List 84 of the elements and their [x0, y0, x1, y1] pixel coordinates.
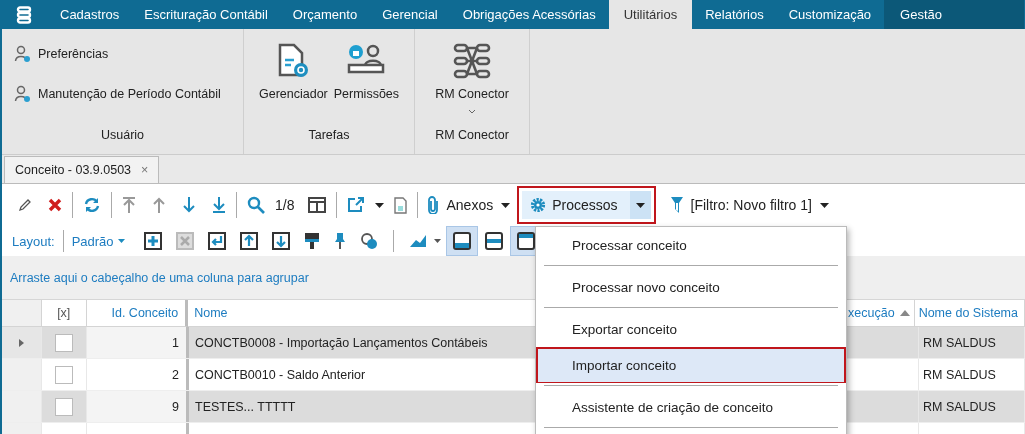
- ribbon-button[interactable]: Manutenção de Período Contábil: [14, 85, 221, 103]
- ribbon-group-label: RM Conector: [435, 128, 509, 144]
- paperclip-icon: [428, 196, 439, 214]
- user-icon: [14, 45, 32, 63]
- pin-icon[interactable]: [333, 232, 346, 250]
- column-header[interactable]: [x]: [57, 306, 71, 320]
- menu-tab[interactable]: Escrituração Contábil: [132, 0, 280, 29]
- gear-icon: [530, 197, 547, 213]
- last-record-icon[interactable]: [212, 196, 226, 214]
- row-checkbox[interactable]: [55, 365, 73, 384]
- menu-tab[interactable]: Obrigações Acessórias: [450, 0, 608, 29]
- caret-icon[interactable]: [819, 202, 829, 208]
- caret-icon[interactable]: [433, 239, 441, 243]
- menu-item[interactable]: Processar conceito: [536, 227, 846, 263]
- column-header[interactable]: Nome do Sistema: [918, 306, 1018, 320]
- ribbon-button[interactable]: Preferências: [14, 45, 109, 63]
- row-checkbox[interactable]: [55, 333, 73, 352]
- ribbon-button[interactable]: RM Conector: [435, 43, 509, 114]
- download-icon[interactable]: [271, 232, 290, 250]
- processes-split-button[interactable]: Processos: [517, 186, 656, 224]
- table-cell: TESTES... TTTTT: [195, 399, 296, 414]
- caret-icon: [635, 202, 645, 208]
- funnel-icon: [670, 196, 683, 214]
- ribbon-group-label: Tarefas: [308, 128, 350, 144]
- connector-network-icon: [453, 43, 491, 79]
- attachments-button[interactable]: Anexos: [420, 196, 500, 214]
- table-cell: 9: [172, 399, 179, 414]
- group-by-hint: Arraste aqui o cabeçalho de uma coluna para agrupar: [10, 270, 309, 285]
- upload-icon[interactable]: [239, 232, 258, 250]
- area-chart-icon[interactable]: [408, 234, 427, 248]
- menu-item[interactable]: Importar conceito: [536, 347, 846, 383]
- delete-icon[interactable]: [48, 198, 62, 212]
- table-cell: 1: [172, 335, 179, 350]
- search-icon[interactable]: [247, 196, 265, 214]
- table-cell: RM SALDUS: [923, 367, 996, 382]
- chevron-down-icon: [468, 109, 476, 114]
- view-toggle-button[interactable]: [446, 227, 477, 255]
- paint-brush-icon[interactable]: [303, 232, 320, 250]
- filter-button[interactable]: [Filtro: Novo filtro 1]: [662, 196, 818, 214]
- menu-tab[interactable]: Gestão: [884, 0, 1024, 29]
- user-icon: [14, 85, 32, 103]
- caret-icon[interactable]: [375, 202, 385, 208]
- document-tab[interactable]: Conceito - 03.9.0503 ×: [4, 156, 160, 183]
- layout-label: Layout:: [12, 233, 55, 249]
- table-cell: CONCTB0010 - Saldo Anterior: [195, 367, 366, 382]
- export-icon[interactable]: [347, 197, 366, 213]
- table-cell: RM SALDUS: [923, 399, 996, 414]
- shapes-icon[interactable]: [359, 232, 378, 250]
- column-header[interactable]: xecução: [848, 306, 895, 320]
- up-arrow-icon[interactable]: [152, 196, 166, 214]
- menu-tab[interactable]: Orçamento: [280, 0, 370, 29]
- columns-icon[interactable]: [308, 197, 327, 213]
- menu-tab[interactable]: Customização: [776, 0, 884, 29]
- menu-item[interactable]: Assistente de criação de conceito: [536, 389, 846, 425]
- menu-tab[interactable]: Utilitários: [608, 0, 693, 29]
- ribbon-button[interactable]: Gerenciador: [258, 43, 328, 101]
- enter-icon[interactable]: [207, 232, 226, 250]
- row-checkbox[interactable]: [55, 397, 73, 416]
- ribbon-button[interactable]: Permissões: [333, 43, 400, 101]
- add-icon[interactable]: [143, 232, 162, 250]
- table-cell: 2: [172, 367, 179, 382]
- caret-icon: [117, 239, 125, 243]
- close-tab-button[interactable]: ×: [141, 163, 149, 177]
- menu-item[interactable]: Processar novo conceito: [536, 269, 846, 305]
- menu-tab[interactable]: Gerencial: [370, 0, 450, 29]
- pencil-icon[interactable]: [18, 198, 32, 212]
- menu-tab[interactable]: Cadastros: [48, 0, 132, 29]
- refresh-icon[interactable]: [83, 197, 101, 213]
- document-icon[interactable]: [394, 196, 408, 214]
- menu-tab[interactable]: Relatórios: [693, 0, 776, 29]
- sort-ascending-icon[interactable]: [899, 310, 910, 316]
- layout-dropdown[interactable]: Padrão: [71, 233, 125, 249]
- ribbon-group-label: Usuário: [100, 128, 145, 144]
- down-arrow-icon[interactable]: [182, 196, 196, 214]
- column-header[interactable]: Nome: [194, 306, 228, 320]
- first-record-icon[interactable]: [122, 196, 136, 214]
- app-logo-icon[interactable]: [16, 6, 32, 24]
- record-counter: 1/8: [275, 197, 295, 213]
- table-cell: RM SALDUS: [923, 335, 996, 350]
- column-header[interactable]: Id. Conceito: [111, 306, 179, 320]
- remove-icon[interactable]: [175, 232, 194, 250]
- caret-icon[interactable]: [501, 202, 511, 208]
- table-cell: CONCTB0008 - Importação Lançamentos Contábeis: [195, 335, 488, 350]
- document-gear-icon: [276, 43, 311, 79]
